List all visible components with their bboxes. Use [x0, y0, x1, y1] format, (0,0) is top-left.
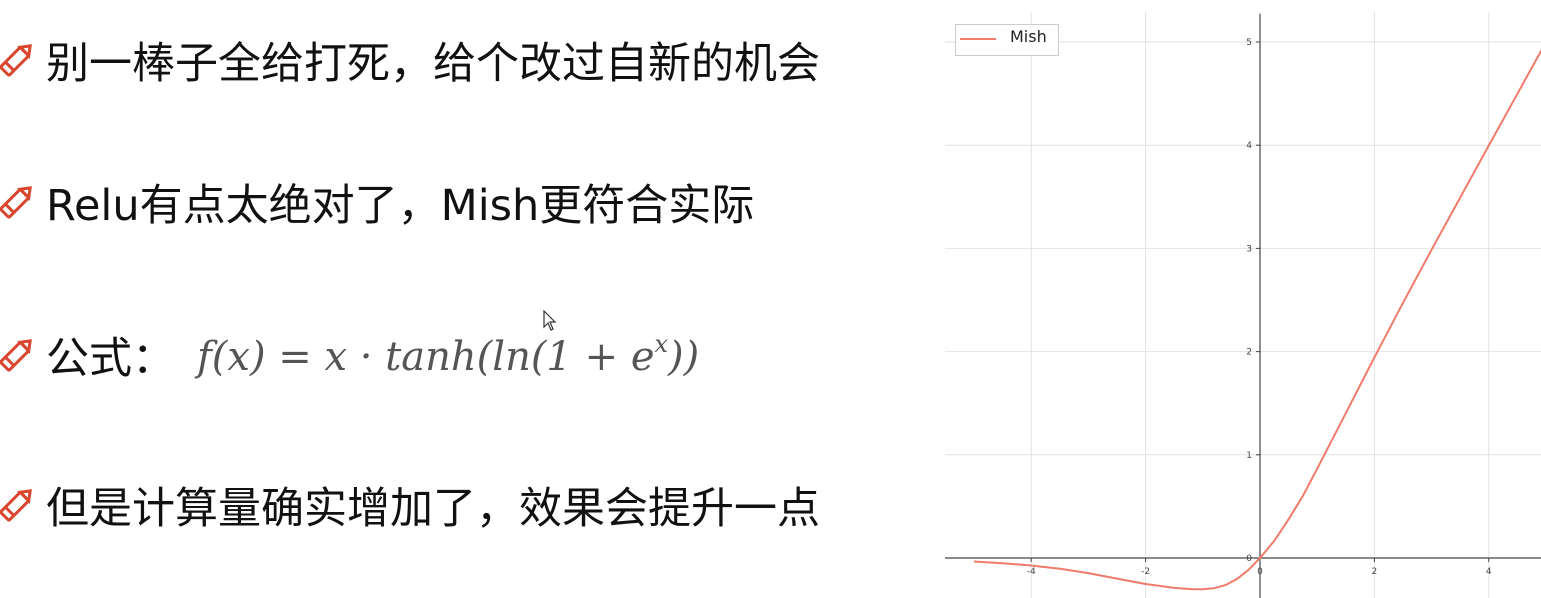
chart-canvas: -4 -2 0 2 4 0 1 2 3 4 5 — [945, 12, 1541, 598]
y-tick-label: 3 — [1246, 244, 1252, 254]
grid — [945, 12, 1541, 598]
pencil-icon — [0, 339, 32, 372]
formula-exponent: x — [654, 330, 669, 358]
y-tick-label: 1 — [1246, 451, 1252, 461]
y-tick-label: 5 — [1246, 38, 1252, 48]
formula-main: f(x) = x · tanh(ln(1 + e — [197, 334, 655, 380]
bullet-text: 但是计算量确实增加了，效果会提升一点 — [46, 484, 820, 534]
series — [973, 48, 1541, 591]
pencil-icon — [0, 489, 32, 522]
bullet-text: 公式： — [46, 334, 175, 384]
y-tick-label: 0 — [1246, 554, 1252, 564]
formula-tail: )) — [668, 334, 700, 380]
pencil-icon — [0, 44, 32, 77]
bullet-list: 别一棒子全给打死，给个改过自新的机会 Relu有点太绝对了，Mish更符合实际 … — [0, 0, 940, 598]
axes — [945, 14, 1541, 598]
legend-label: Mish — [1010, 27, 1047, 46]
series-line-mish — [973, 48, 1541, 591]
bullet-text: Relu有点太绝对了，Mish更符合实际 — [46, 181, 755, 231]
bullet-item-4: 但是计算量确实增加了，效果会提升一点 — [0, 470, 820, 540]
bullet-item-3: 公式： f(x) = x · tanh(ln(1 + ex)) — [0, 320, 699, 390]
x-tick-label: 2 — [1372, 567, 1378, 577]
tick-labels: -4 -2 0 2 4 0 1 2 3 4 5 — [1027, 38, 1492, 577]
y-tick-label: 4 — [1246, 141, 1252, 151]
y-tick-label: 2 — [1246, 348, 1252, 358]
mouse-cursor-icon — [543, 310, 557, 331]
x-tick-label: -4 — [1027, 567, 1036, 577]
formula: f(x) = x · tanh(ln(1 + ex)) — [197, 330, 699, 380]
bullet-item-1: 别一棒子全给打死，给个改过自新的机会 — [0, 25, 820, 95]
mish-chart: -4 -2 0 2 4 0 1 2 3 4 5 — [945, 0, 1541, 598]
bullet-item-2: Relu有点太绝对了，Mish更符合实际 — [0, 167, 754, 237]
x-tick-label: 4 — [1486, 567, 1492, 577]
legend-swatch — [960, 38, 996, 40]
x-tick-label: -2 — [1141, 567, 1150, 577]
bullet-text: 别一棒子全给打死，给个改过自新的机会 — [46, 39, 820, 89]
x-tick-label: 0 — [1257, 567, 1263, 577]
pencil-icon — [0, 186, 32, 219]
